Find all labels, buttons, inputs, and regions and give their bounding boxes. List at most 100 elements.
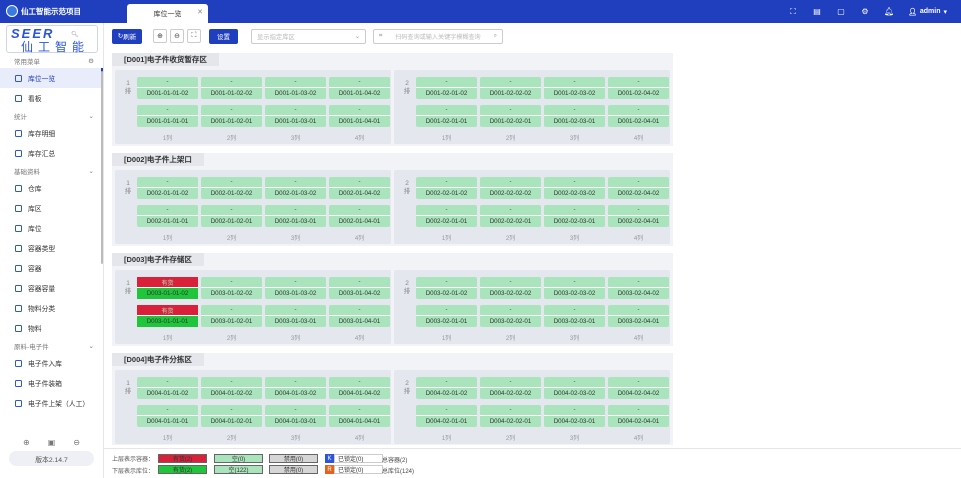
storage-location-cell[interactable]: - D004-01-01-01 — [137, 405, 198, 427]
storage-location-cell[interactable]: - D003-02-04-01 — [608, 305, 669, 327]
storage-location-cell[interactable]: - D003-02-01-01 — [416, 305, 477, 327]
sidebar-item[interactable]: 库区 — [0, 198, 103, 218]
sidebar-item[interactable]: 电子件装箱 — [0, 373, 103, 393]
storage-location-cell[interactable]: - D003-01-03-02 — [265, 277, 326, 299]
zoom-out-button[interactable]: ⊖ — [170, 29, 184, 43]
storage-location-cell[interactable]: - D002-01-01-02 — [137, 177, 198, 199]
storage-location-cell[interactable]: - D001-02-04-02 — [608, 77, 669, 99]
storage-location-cell[interactable]: - D003-02-01-02 — [416, 277, 477, 299]
sidebar-item[interactable]: 仓库 — [0, 178, 103, 198]
sidebar-item[interactable]: 看板 — [0, 88, 103, 108]
storage-location-cell[interactable]: - D001-01-02-01 — [201, 105, 262, 127]
sidebar-item[interactable]: 库存汇总 — [0, 143, 103, 163]
storage-location-cell[interactable]: - D004-02-01-01 — [416, 405, 477, 427]
sidebar-item[interactable]: 容器容量 — [0, 278, 103, 298]
sidebar-scrollbar[interactable] — [101, 71, 103, 264]
storage-location-cell[interactable]: - D002-02-04-01 — [608, 205, 669, 227]
storage-location-cell[interactable]: - D001-01-04-02 — [329, 77, 390, 99]
storage-location-cell[interactable]: - D003-02-02-01 — [480, 305, 541, 327]
storage-location-cell[interactable]: - D004-01-04-01 — [329, 405, 390, 427]
settings-icon[interactable]: ⚙ — [860, 7, 870, 16]
search-input[interactable]: ⌗ 扫码查询或输入关键字模糊查询 ⌕ — [373, 28, 503, 44]
sidebar-section[interactable]: 基础资料 ⌄ — [0, 163, 103, 178]
layout-icon[interactable]: ▤ — [812, 7, 822, 16]
storage-location-cell[interactable]: - D001-01-01-01 — [137, 105, 198, 127]
bell-icon[interactable]: 🔔︎ — [884, 7, 894, 16]
storage-location-cell[interactable]: - D002-01-03-01 — [265, 205, 326, 227]
storage-location-cell[interactable]: - D002-01-02-02 — [201, 177, 262, 199]
sidebar-item[interactable]: 库位一览 — [0, 68, 103, 88]
storage-location-cell[interactable]: - D003-02-04-02 — [608, 277, 669, 299]
storage-location-cell[interactable]: - D004-02-03-01 — [544, 405, 605, 427]
sidebar-item[interactable]: 物料 — [0, 318, 103, 338]
storage-location-cell[interactable]: - D002-01-03-02 — [265, 177, 326, 199]
storage-location-cell[interactable]: - D003-02-02-02 — [480, 277, 541, 299]
storage-location-cell[interactable]: - D004-01-01-02 — [137, 377, 198, 399]
sidebar-section[interactable]: 常用菜单 ⚙ — [0, 53, 103, 68]
settings-button[interactable]: 设置 — [209, 28, 238, 44]
storage-location-cell[interactable]: - D003-02-03-01 — [544, 305, 605, 327]
sidebar-item[interactable]: 容器 — [0, 258, 103, 278]
storage-location-cell[interactable]: - D001-02-01-02 — [416, 77, 477, 99]
storage-location-cell[interactable]: - D004-02-02-01 — [480, 405, 541, 427]
sidebar-section[interactable]: 统计 ⌄ — [0, 108, 103, 123]
refresh-button[interactable]: ↻ 刷新 — [112, 28, 142, 44]
storage-location-cell[interactable]: - D003-01-04-01 — [329, 305, 390, 327]
storage-location-cell[interactable]: - D004-01-03-01 — [265, 405, 326, 427]
storage-location-cell[interactable]: - D004-02-02-02 — [480, 377, 541, 399]
storage-location-cell[interactable]: - D001-01-04-01 — [329, 105, 390, 127]
storage-location-cell[interactable]: - D002-02-02-02 — [480, 177, 541, 199]
window-icon[interactable]: ▢ — [836, 7, 846, 16]
fullscreen-icon[interactable]: ⛶ — [788, 7, 798, 17]
storage-location-cell[interactable]: - D004-02-04-02 — [608, 377, 669, 399]
storage-location-cell[interactable]: - D001-01-01-02 — [137, 77, 198, 99]
storage-location-cell[interactable]: - D003-01-02-01 — [201, 305, 262, 327]
storage-location-cell[interactable]: - D001-02-02-01 — [480, 105, 541, 127]
storage-location-cell[interactable]: - D004-01-04-02 — [329, 377, 390, 399]
fit-icon[interactable]: ▣ — [48, 438, 56, 447]
storage-location-cell[interactable]: 有货 D003-01-01-02 — [137, 277, 198, 299]
storage-location-cell[interactable]: - D004-02-03-02 — [544, 377, 605, 399]
storage-location-cell[interactable]: - D003-01-02-02 — [201, 277, 262, 299]
storage-location-cell[interactable]: - D002-02-01-01 — [416, 205, 477, 227]
sidebar-item[interactable]: 电子件上架（人工） — [0, 393, 103, 413]
storage-location-cell[interactable]: - D004-02-04-01 — [608, 405, 669, 427]
storage-location-cell[interactable]: - D002-02-04-02 — [608, 177, 669, 199]
area-select[interactable]: 显示指定库区 ⌄ — [251, 28, 366, 44]
storage-location-cell[interactable]: - D002-01-01-01 — [137, 205, 198, 227]
storage-location-cell[interactable]: - D001-02-03-01 — [544, 105, 605, 127]
storage-location-cell[interactable]: - D003-02-03-02 — [544, 277, 605, 299]
search-icon[interactable]: 🔍︎ — [71, 31, 79, 38]
storage-location-cell[interactable]: - D004-01-03-02 — [265, 377, 326, 399]
storage-location-cell[interactable]: - D004-01-02-01 — [201, 405, 262, 427]
zoom-in-button[interactable]: ⊕ — [153, 29, 167, 43]
storage-location-cell[interactable]: - D002-01-04-02 — [329, 177, 390, 199]
storage-location-cell[interactable]: - D001-01-03-01 — [265, 105, 326, 127]
sidebar-item[interactable]: 容器类型 — [0, 238, 103, 258]
storage-location-cell[interactable]: 有货 D003-01-01-01 — [137, 305, 198, 327]
close-icon[interactable]: ✕ — [197, 8, 203, 16]
search-icon[interactable]: ⌕ — [494, 32, 497, 40]
storage-location-cell[interactable]: - D002-01-02-01 — [201, 205, 262, 227]
sidebar-item[interactable]: 库存明细 — [0, 123, 103, 143]
sidebar-item[interactable]: 库位 — [0, 218, 103, 238]
storage-location-cell[interactable]: - D003-01-03-01 — [265, 305, 326, 327]
storage-location-cell[interactable]: - D001-02-02-02 — [480, 77, 541, 99]
tab-location-overview[interactable]: 库位一览 ✕ — [127, 4, 208, 23]
storage-location-cell[interactable]: - D003-01-04-02 — [329, 277, 390, 299]
storage-location-cell[interactable]: - D002-01-04-01 — [329, 205, 390, 227]
storage-location-cell[interactable]: - D002-02-02-01 — [480, 205, 541, 227]
zoom-in-icon[interactable]: ⊕ — [23, 438, 30, 447]
storage-location-cell[interactable]: - D001-02-03-02 — [544, 77, 605, 99]
storage-location-cell[interactable]: - D001-01-02-02 — [201, 77, 262, 99]
storage-location-cell[interactable]: - D002-02-01-02 — [416, 177, 477, 199]
storage-location-cell[interactable]: - D001-02-01-01 — [416, 105, 477, 127]
fit-screen-button[interactable]: ⛶ — [187, 29, 201, 43]
storage-location-cell[interactable]: - D001-01-03-02 — [265, 77, 326, 99]
storage-location-cell[interactable]: - D002-02-03-01 — [544, 205, 605, 227]
sidebar-item[interactable]: 电子件入库 — [0, 353, 103, 373]
sidebar-item[interactable]: 物料分类 — [0, 298, 103, 318]
storage-location-cell[interactable]: - D004-02-01-02 — [416, 377, 477, 399]
storage-location-cell[interactable]: - D002-02-03-02 — [544, 177, 605, 199]
sidebar-section[interactable]: 原料-电子件 ⌄ — [0, 338, 103, 353]
